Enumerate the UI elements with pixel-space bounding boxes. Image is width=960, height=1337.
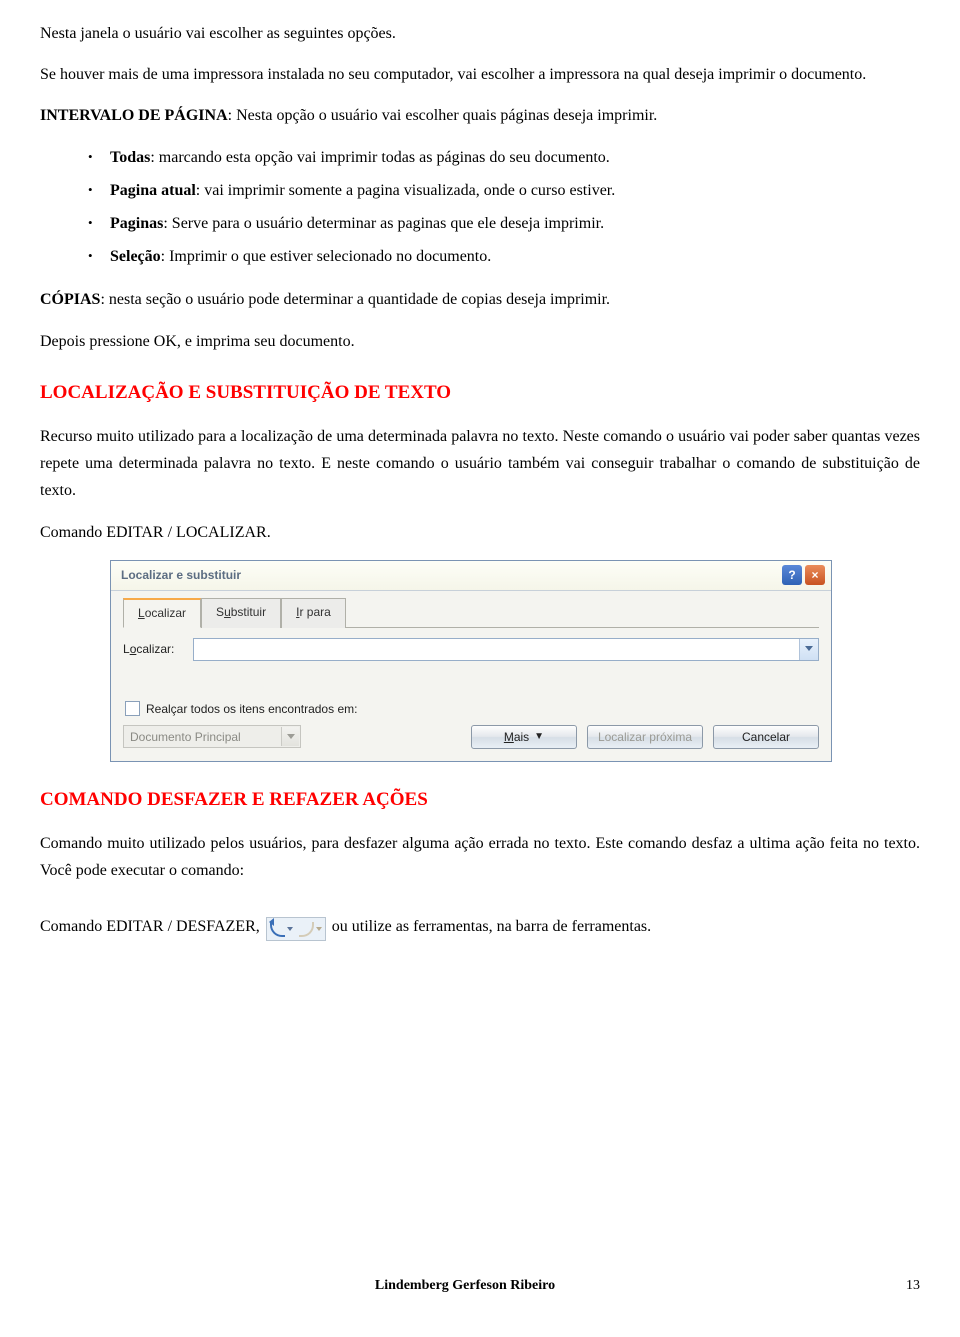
- paragraph-desfazer: Comando muito utilizado pelos usuários, …: [40, 830, 920, 884]
- dialog-title: Localizar e substituir: [121, 565, 782, 585]
- heading-localizacao: LOCALIZAÇÃO E SUBSTITUIÇÃO DE TEXTO: [40, 377, 920, 409]
- bullet-icon: [88, 210, 110, 237]
- bullet-term: Seleção: [110, 248, 161, 265]
- paragraph-copias: CÓPIAS: nesta seção o usuário pode deter…: [40, 286, 920, 313]
- paragraph-intro-2: Se houver mais de uma impressora instala…: [40, 61, 920, 88]
- paragraph-localizacao: Recurso muito utilizado para a localizaç…: [40, 423, 920, 505]
- search-input[interactable]: [193, 638, 819, 661]
- find-next-button[interactable]: Localizar próxima: [587, 725, 703, 749]
- bullet-text: : vai imprimir somente a pagina visualiz…: [196, 182, 615, 199]
- tab-irpara[interactable]: Ir para: [281, 598, 346, 627]
- caret-down-icon: [287, 927, 293, 931]
- list-item: Pagina atual: vai imprimir somente a pag…: [40, 177, 920, 204]
- dialog-find-replace-image: Localizar e substituir ? × Localizar Sub…: [110, 560, 832, 762]
- bullet-icon: [88, 243, 110, 270]
- label-localizar-field: Localizar:: [123, 639, 193, 659]
- undo-redo-toolbar-image: [266, 917, 326, 941]
- label-copias: CÓPIAS: [40, 291, 100, 308]
- tab-substituir[interactable]: Substituir: [201, 598, 281, 627]
- more-button[interactable]: Mais ▼: [471, 725, 577, 749]
- desc-copias: : nesta seção o usuário pode determinar …: [100, 291, 610, 308]
- chevron-down-icon: [281, 727, 299, 746]
- paragraph-intervalo: INTERVALO DE PÁGINA: Nesta opção o usuár…: [40, 102, 920, 129]
- cmd-editar-localizar: Comando EDITAR / LOCALIZAR.: [40, 519, 920, 546]
- list-item: Seleção: Imprimir o que estiver selecion…: [40, 243, 920, 270]
- bullet-text: : Imprimir o que estiver selecionado no …: [161, 248, 492, 265]
- list-item: Paginas: Serve para o usuário determinar…: [40, 210, 920, 237]
- cancel-button[interactable]: Cancelar: [713, 725, 819, 749]
- dialog-tabs: Localizar Substituir Ir para: [123, 597, 819, 627]
- bullet-icon: [88, 144, 110, 171]
- more-button-label: Mais: [504, 727, 529, 747]
- select-scope-value: Documento Principal: [130, 727, 241, 747]
- bullet-text: : marcando esta opção vai imprimir todas…: [150, 149, 609, 166]
- bullet-icon: [88, 177, 110, 204]
- undo-icon: [270, 922, 285, 937]
- double-chevron-down-icon: ▼: [534, 732, 544, 742]
- desc-intervalo: : Nesta opção o usuário vai escolher qua…: [228, 107, 658, 124]
- bullet-term: Pagina atual: [110, 182, 196, 199]
- find-next-label: Localizar próxima: [598, 727, 692, 747]
- redo-button[interactable]: [299, 922, 322, 937]
- dialog-find-replace: Localizar e substituir ? × Localizar Sub…: [110, 560, 832, 762]
- undo-button[interactable]: [270, 922, 293, 937]
- tab-localizar[interactable]: Localizar: [123, 598, 201, 627]
- checkbox-highlight-all[interactable]: [125, 701, 140, 716]
- close-button[interactable]: ×: [805, 565, 825, 585]
- cmd-desfazer-pre: Comando EDITAR / DESFAZER,: [40, 918, 264, 935]
- caret-down-icon: [316, 927, 322, 931]
- list-item: Todas: marcando esta opção vai imprimir …: [40, 144, 920, 171]
- paragraph-intro-1: Nesta janela o usuário vai escolher as s…: [40, 20, 920, 47]
- select-search-scope[interactable]: Documento Principal: [123, 725, 301, 748]
- cmd-desfazer-post: ou utilize as ferramentas, na barra de f…: [328, 918, 651, 935]
- heading-desfazer: COMANDO DESFAZER E REFAZER AÇÕES: [40, 784, 920, 816]
- bullet-term: Paginas: [110, 215, 163, 232]
- redo-icon: [299, 922, 314, 937]
- bullet-term: Todas: [110, 149, 150, 166]
- help-button[interactable]: ?: [782, 565, 802, 585]
- bullet-text: : Serve para o usuário determinar as pag…: [163, 215, 604, 232]
- footer-page-number: 13: [890, 1274, 920, 1298]
- label-intervalo: INTERVALO DE PÁGINA: [40, 107, 228, 124]
- checkbox-highlight-label: Realçar todos os itens encontrados em:: [146, 699, 357, 719]
- chevron-down-icon[interactable]: [799, 639, 818, 660]
- page-footer: Lindemberg Gerfeson Ribeiro 13: [40, 1274, 920, 1298]
- cancel-label: Cancelar: [742, 727, 790, 747]
- paragraph-cmd-desfazer: Comando EDITAR / DESFAZER, ou utilize as…: [40, 913, 920, 942]
- bullet-list: Todas: marcando esta opção vai imprimir …: [40, 144, 920, 271]
- dialog-titlebar[interactable]: Localizar e substituir ? ×: [111, 561, 831, 591]
- footer-author: Lindemberg Gerfeson Ribeiro: [40, 1274, 890, 1298]
- paragraph-copias-after: Depois pressione OK, e imprima seu docum…: [40, 328, 920, 355]
